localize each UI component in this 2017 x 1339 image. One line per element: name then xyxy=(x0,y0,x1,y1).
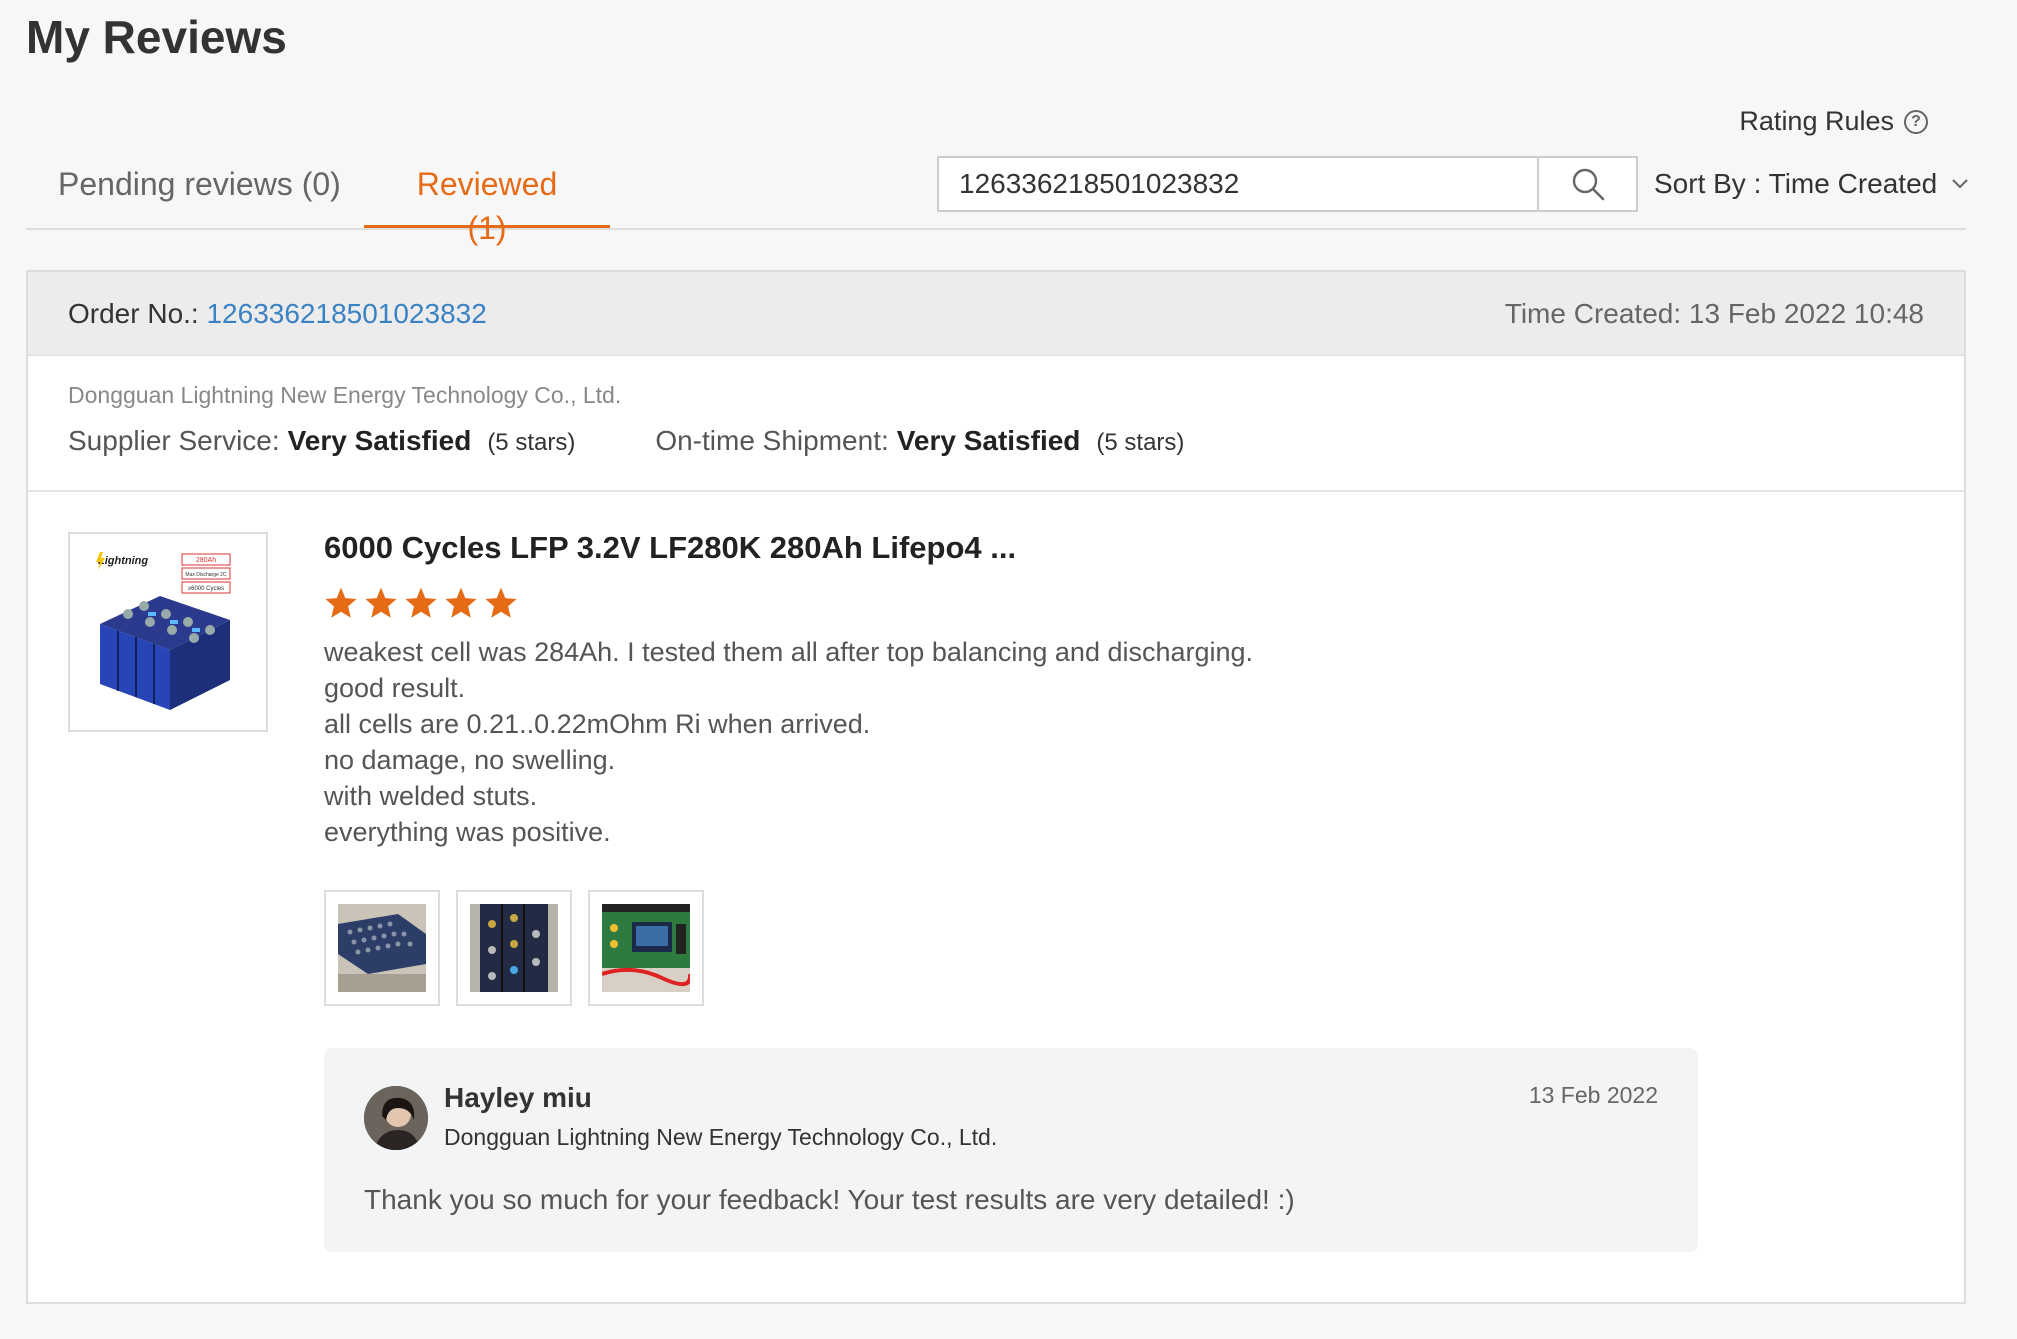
review-line: with welded stuts. xyxy=(324,781,538,811)
order-number: Order No.: 126336218501023832 xyxy=(68,298,487,330)
review-content: 6000 Cycles LFP 3.2V LF280K 280Ah Lifepo… xyxy=(324,530,1698,1252)
review-photos xyxy=(324,890,1624,1006)
supplier-name: Dongguan Lightning New Energy Technology… xyxy=(68,382,622,408)
review-text: weakest cell was 284Ah. I tested them al… xyxy=(324,634,1624,850)
svg-text:280Ah: 280Ah xyxy=(196,557,216,564)
search-icon xyxy=(1572,168,1604,201)
svg-text:Max Discharge 2C: Max Discharge 2C xyxy=(185,572,227,578)
search-box xyxy=(937,156,1638,212)
review-line: no damage, no swelling. xyxy=(324,745,616,775)
review-card: Order No.: 126336218501023832 Time Creat… xyxy=(26,270,1966,1304)
star-icon xyxy=(485,587,517,618)
rating-rules-label: Rating Rules xyxy=(1739,106,1894,136)
supplier-service-rating: Supplier Service: Very Satisfied (5 star… xyxy=(68,425,575,457)
star-icon xyxy=(405,587,437,618)
order-header: Order No.: 126336218501023832 Time Creat… xyxy=(28,272,1964,356)
rating-stars-count: (5 stars) xyxy=(1096,429,1185,456)
order-no-label: Order No.: xyxy=(68,297,199,329)
replier-company: Dongguan Lightning New Energy Technology… xyxy=(444,1124,998,1150)
reply-text: Thank you so much for your feedback! You… xyxy=(364,1184,1295,1215)
rating-value: Very Satisfied xyxy=(287,425,472,456)
search-input[interactable] xyxy=(939,158,1537,210)
product-review: Lightning 280Ah Max Discharge 2C ≥6000 C… xyxy=(28,492,1964,1252)
rating-label: Supplier Service: xyxy=(68,425,280,456)
review-line: all cells are 0.21..0.22mOhm Ri when arr… xyxy=(324,709,871,739)
tab-reviewed[interactable]: Reviewed (1) xyxy=(364,162,610,246)
review-line: weakest cell was 284Ah. I tested them al… xyxy=(324,637,1254,667)
supplier-section: Dongguan Lightning New Energy Technology… xyxy=(28,356,1964,492)
review-photo[interactable] xyxy=(456,890,572,1006)
tab-pending-reviews[interactable]: Pending reviews (0) xyxy=(26,162,373,228)
brand-logo-text: Lightning xyxy=(98,555,148,567)
shipment-rating: On-time Shipment: Very Satisfied (5 star… xyxy=(655,425,1184,457)
replier-name: Hayley miu xyxy=(444,1082,592,1113)
search-button[interactable] xyxy=(1537,158,1636,210)
page-title: My Reviews xyxy=(26,11,287,63)
star-icon xyxy=(365,587,397,618)
review-photo[interactable] xyxy=(324,890,440,1006)
help-circle-icon: ? xyxy=(1904,109,1928,134)
star-icon xyxy=(325,587,357,618)
seller-reply: Hayley miu Dongguan Lightning New Energy… xyxy=(324,1048,1698,1252)
rating-label: On-time Shipment: xyxy=(655,425,889,456)
my-reviews-page: My Reviews Rating Rules ? Pending review… xyxy=(0,0,2017,1339)
rating-value: Very Satisfied xyxy=(896,425,1081,456)
review-photo[interactable] xyxy=(588,890,704,1006)
review-line: good result. xyxy=(324,673,466,703)
chevron-down-icon xyxy=(1952,179,1968,189)
sort-label: Sort By : Time Created xyxy=(1654,168,1938,199)
time-created: Time Created: 13 Feb 2022 10:48 xyxy=(1504,297,1924,329)
svg-text:≥6000 Cycles: ≥6000 Cycles xyxy=(188,586,224,592)
order-number-link[interactable]: 126336218501023832 xyxy=(206,298,486,329)
supplier-ratings: Supplier Service: Very Satisfied (5 star… xyxy=(68,425,1924,457)
reply-date: 13 Feb 2022 xyxy=(1528,1082,1658,1108)
avatar xyxy=(364,1086,428,1150)
rating-stars-count: (5 stars) xyxy=(487,429,576,456)
product-star-rating xyxy=(324,586,1624,620)
product-title[interactable]: 6000 Cycles LFP 3.2V LF280K 280Ah Lifepo… xyxy=(324,530,1624,566)
review-line: everything was positive. xyxy=(324,817,611,847)
sort-dropdown[interactable]: Sort By : Time Created xyxy=(1654,168,1969,200)
star-icon xyxy=(445,587,477,618)
product-image[interactable]: Lightning 280Ah Max Discharge 2C ≥6000 C… xyxy=(68,532,268,732)
rating-rules-link[interactable]: Rating Rules ? xyxy=(1739,106,1928,137)
